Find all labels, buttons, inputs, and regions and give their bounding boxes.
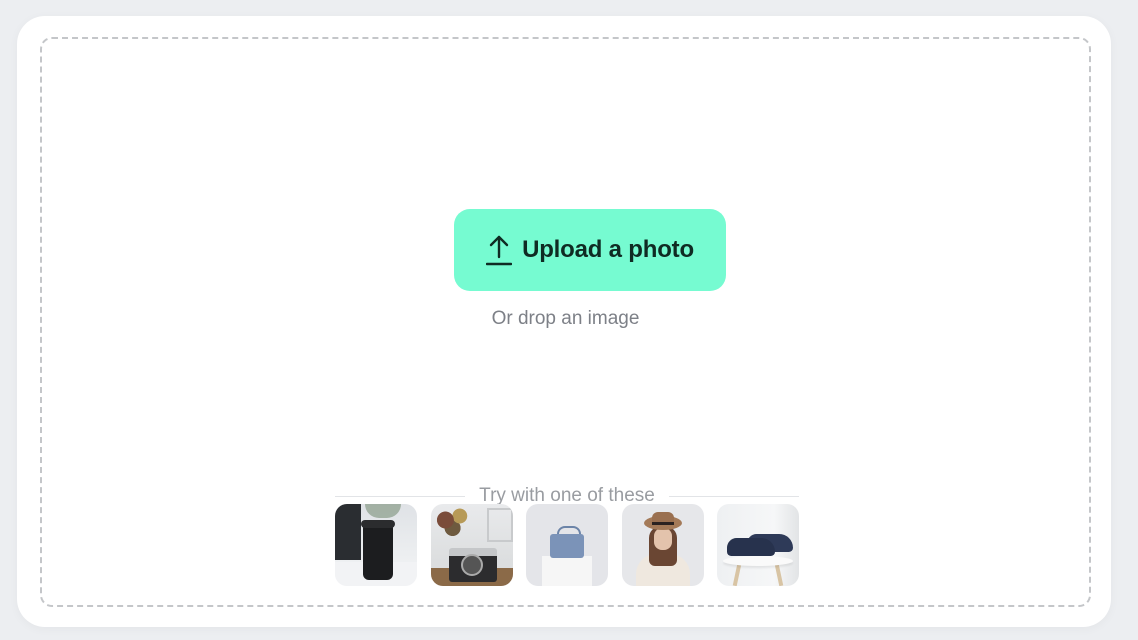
drop-zone[interactable]: Upload a photo Or drop an image Try with…: [40, 37, 1091, 607]
drop-hint: Or drop an image: [491, 308, 640, 329]
divider-right: [668, 495, 800, 497]
pedestal-shape: [542, 556, 592, 586]
upload-card: Upload a photo Or drop an image Try with…: [17, 16, 1111, 627]
stool-top-shape: [723, 556, 793, 566]
upload-button-label: Upload a photo: [522, 236, 694, 263]
shoe-shape: [727, 538, 775, 556]
plant-shape: [365, 504, 401, 518]
sample-thumb-woman-hat[interactable]: [621, 504, 704, 586]
cup-shape: [363, 522, 393, 580]
frame-shape: [486, 508, 513, 542]
divider-left: [335, 495, 466, 497]
bag-shape: [550, 534, 584, 558]
hat-crown-shape: [651, 512, 674, 525]
cup-lid-shape: [361, 520, 395, 528]
sample-thumb-camera[interactable]: [430, 504, 513, 586]
sample-thumbnails: [335, 504, 799, 586]
sample-thumb-handbag[interactable]: [526, 504, 608, 586]
stool-leg-shape: [732, 563, 742, 586]
sample-thumb-shoes[interactable]: [717, 504, 799, 586]
upload-photo-button[interactable]: Upload a photo: [454, 209, 726, 291]
stool-leg-shape: [774, 563, 784, 586]
camera-lens-shape: [460, 554, 483, 576]
flowers-shape: [430, 504, 479, 544]
sample-thumb-coffee-cup[interactable]: [335, 504, 417, 586]
laptop-shape: [335, 504, 361, 560]
face-shape: [653, 528, 672, 550]
upload-arrow-icon: [486, 235, 513, 266]
